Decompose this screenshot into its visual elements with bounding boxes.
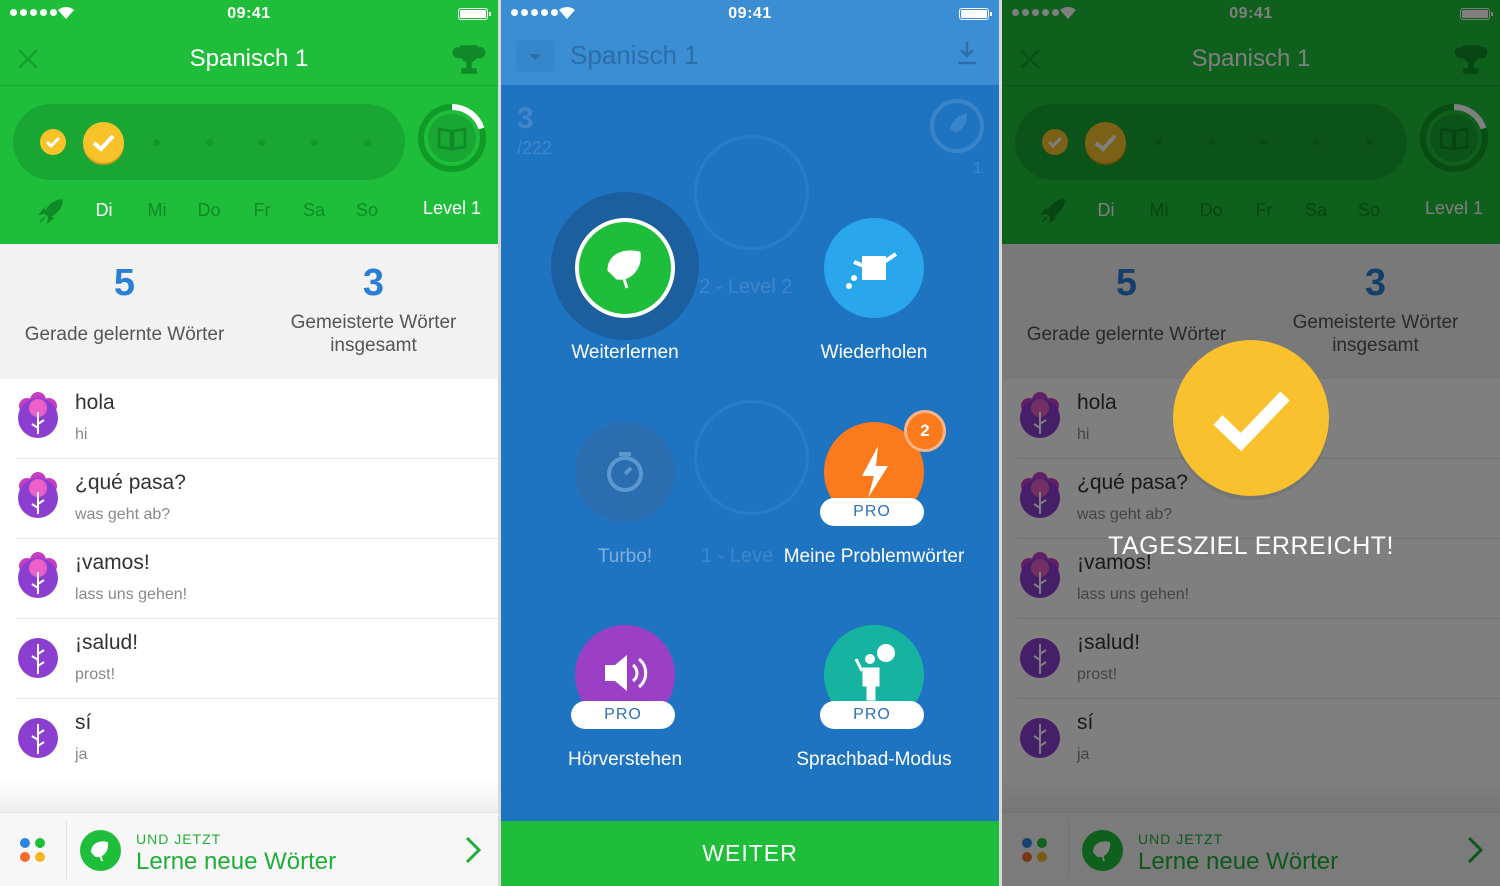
download-icon[interactable] [955,40,979,66]
word-translation: hi [75,426,88,443]
course-screen: 09:41 Spanisch 1 Di Mi Do Fr Sa So Level… [0,0,498,886]
day-dot [364,139,371,146]
sprout-icon [18,718,58,758]
mode-label: Turbo! [597,546,653,567]
level-progress-ring[interactable] [416,102,488,174]
word-translation: ja [75,746,88,763]
mode-label: Sprachbad-Modus [796,749,952,770]
rocket-icon [930,99,984,153]
mode-label: Weiterlernen [571,342,679,363]
list-item[interactable]: hola hi [0,379,498,459]
bloom-flower-icon [18,552,58,598]
chevron-right-icon[interactable] [464,835,482,865]
watering-can-icon[interactable] [824,218,924,318]
word-translation: prost! [75,666,116,683]
problem-count-badge: 2 [904,410,946,452]
day-dot [258,139,265,146]
word-translation: lass uns gehen! [75,586,188,603]
course-header: 09:41 Spanisch 1 Di Mi Do Fr [0,0,498,244]
plant-icon[interactable] [575,218,675,318]
bg-word-one: 1 [973,160,982,177]
status-time: 09:41 [227,5,271,22]
list-item[interactable]: sí ja [0,699,498,779]
next-action-title[interactable]: Lerne neue Wörter [136,848,336,876]
weiter-button[interactable]: WEITER [501,821,999,886]
word-text: ¿qué pasa? [75,471,186,494]
pro-tag: PRO [820,701,924,729]
weekday-label: Fr [253,200,271,220]
apps-grid-icon[interactable] [18,835,48,865]
mastered-count: 3 [362,262,385,304]
goal-reached-message: TAGESZIEL ERREICHT! [1108,532,1394,560]
mastered-label-line2: insgesamt [330,335,417,356]
bg-word-total: /222 [517,138,553,158]
bg-level-label: 2 - Level 2 [699,276,793,298]
status-time: 09:41 [728,5,772,22]
next-action-bar[interactable]: UND JETZT Lerne neue Wörter [0,812,498,886]
next-action-kicker: UND JETZT [136,831,222,847]
day-dot [153,139,160,146]
sprout-icon [18,638,58,678]
mode-label: Meine Problemwörter [783,546,965,567]
weekday-label: Sa [302,200,326,220]
bloom-flower-icon [18,392,58,438]
day-completed-icon [40,129,66,155]
battery-icon [959,8,992,20]
bg-word-count: 3 [517,102,534,135]
level-label: Level 1 [422,198,482,218]
battery-icon [458,8,491,20]
list-item[interactable]: ¡vamos! lass uns gehen! [0,539,498,619]
course-title: Spanisch 1 [189,45,309,72]
bg-level-circle [694,400,809,515]
stats-panel: 5 Gerade gelernte Wörter 3 Gemeisterte W… [0,244,498,379]
weekday-label: So [355,200,379,220]
trophy-icon[interactable] [452,42,486,76]
list-shade [0,779,498,812]
mode-label: Hörverstehen [567,749,683,770]
chevron-down-icon [529,54,541,60]
learned-stat: 5 Gerade gelernte Wörter [0,262,249,346]
week-progress [13,104,405,180]
mastered-stat: 3 Gemeisterte Wörter insgesamt [249,262,498,357]
bloom-flower-icon [18,472,58,518]
stopwatch-icon[interactable] [575,422,675,522]
word-text: ¡salud! [75,631,139,654]
goal-reached-screen: 09:41 Spanisch 1 Di Mi Do Fr [1002,0,1500,886]
goal-checkmark-icon [1173,340,1329,496]
mode-label: Wiederholen [820,342,928,363]
word-translation: was geht ab? [75,506,171,523]
word-list: hola hi ¿qué pasa? was geht ab? ¡vamos! … [0,379,498,779]
word-text: hola [75,391,115,414]
weekday-label: Do [197,200,221,220]
learned-count: 5 [113,262,136,304]
mastered-label-line1: Gemeisterte Wörter [290,312,457,333]
mode-selection-screen: 09:41 Spanisch 1 3 /222 1 2 - Level 2 1 … [501,0,999,886]
list-item[interactable]: ¿qué pasa? was geht ab? [0,459,498,539]
plant-seed-icon [80,830,121,871]
pro-tag: PRO [820,498,924,526]
word-text: sí [75,711,92,734]
pro-tag: PRO [571,701,675,729]
dimmed-nav-bar: 09:41 Spanisch 1 [501,0,999,85]
status-bar: 09:41 [501,0,999,28]
nav-bar: Spanisch 1 [0,28,498,86]
weekday-label: Mi [147,200,167,220]
learned-label: Gerade gelernte Wörter [24,324,225,345]
status-bar: 09:41 [0,0,498,28]
list-item[interactable]: ¡salud! prost! [0,619,498,699]
day-dot [206,139,213,146]
course-title: Spanisch 1 [570,40,699,70]
divider [66,821,67,879]
day-dot [311,139,318,146]
word-text: ¡vamos! [75,551,150,574]
course-dropdown-button[interactable] [516,40,554,72]
weekday-labels: Di Mi Do Fr Sa So [0,200,400,224]
today-completed-icon [83,122,124,163]
weekday-label: Di [95,200,113,220]
bg-level-circle [694,135,809,250]
mastered-label: Gemeisterte Wörter insgesamt [249,311,498,357]
